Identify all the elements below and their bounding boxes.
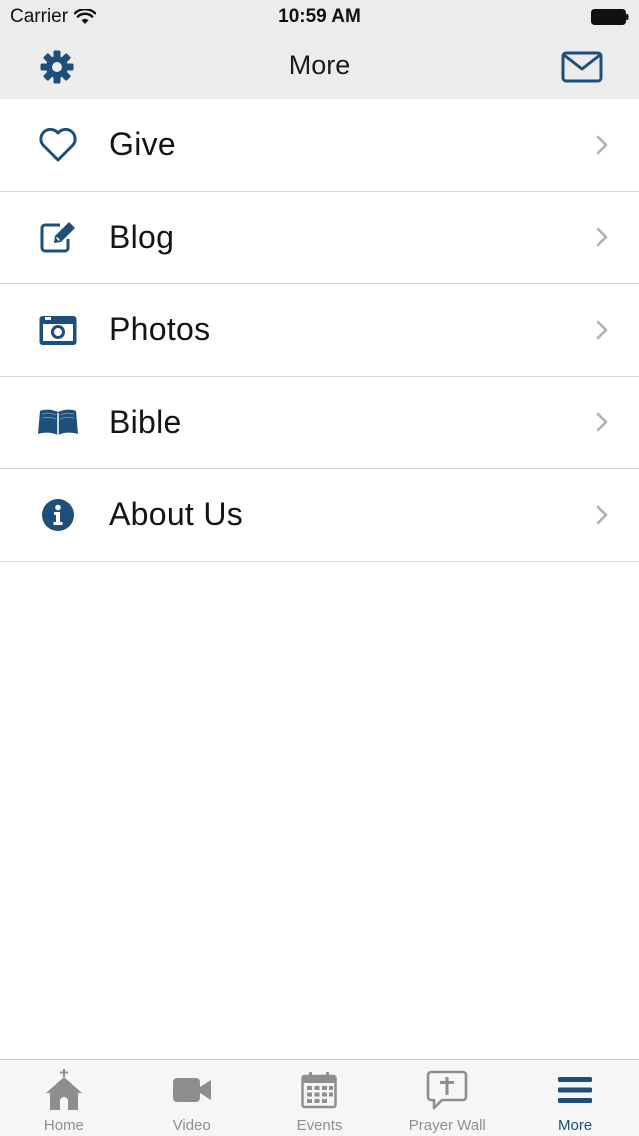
- tab-label: Home: [43, 1117, 84, 1134]
- menu-item-blog[interactable]: Blog: [0, 191, 639, 284]
- tab-more[interactable]: More: [511, 1060, 639, 1136]
- menu-item-label: About Us: [109, 496, 244, 533]
- chevron-right-icon: [596, 135, 608, 155]
- church-icon: [45, 1069, 82, 1110]
- menu-item-label: Photos: [109, 311, 211, 348]
- more-menu-list: Give Blog Photos Bible About Us: [0, 99, 639, 562]
- edit-icon: [36, 215, 80, 259]
- menu-item-label: Bible: [109, 403, 182, 440]
- menu-icon: [558, 1077, 593, 1103]
- calendar-icon: [301, 1072, 338, 1109]
- status-time: 10:59 AM: [278, 6, 361, 27]
- book-icon: [36, 400, 80, 444]
- menu-item-label: Give: [109, 126, 176, 163]
- header: Carrier 10:59 AM More: [0, 0, 639, 99]
- tab-label: Prayer Wall: [408, 1117, 486, 1134]
- tab-prayer-wall[interactable]: Prayer Wall: [383, 1060, 511, 1136]
- status-bar: Carrier 10:59 AM: [0, 0, 639, 34]
- page-title: More: [288, 50, 351, 80]
- menu-item-photos[interactable]: Photos: [0, 284, 639, 377]
- heart-icon: [36, 123, 80, 167]
- tab-video[interactable]: Video: [128, 1060, 256, 1136]
- menu-item-label: Blog: [109, 218, 175, 255]
- chevron-right-icon: [596, 227, 608, 247]
- tab-events[interactable]: Events: [256, 1060, 384, 1136]
- menu-item-about-us[interactable]: About Us: [0, 469, 639, 562]
- mail-button[interactable]: [559, 46, 605, 88]
- info-icon: [36, 493, 80, 537]
- nav-bar: More: [0, 34, 639, 99]
- tab-bar: Home Video Events Prayer Wall More: [0, 1059, 639, 1136]
- menu-item-bible[interactable]: Bible: [0, 376, 639, 469]
- prayer-bubble-icon: [426, 1070, 468, 1110]
- menu-item-give[interactable]: Give: [0, 99, 639, 192]
- camera-icon: [36, 308, 80, 352]
- chevron-right-icon: [596, 505, 608, 525]
- tab-label: Video: [172, 1117, 211, 1134]
- tab-label: More: [557, 1117, 593, 1134]
- tab-home[interactable]: Home: [0, 1060, 128, 1136]
- tab-label: Events: [296, 1117, 343, 1134]
- battery-icon: [591, 9, 629, 25]
- chevron-right-icon: [596, 412, 608, 432]
- chevron-right-icon: [596, 320, 608, 340]
- mail-icon: [561, 51, 603, 83]
- video-camera-icon: [172, 1078, 211, 1102]
